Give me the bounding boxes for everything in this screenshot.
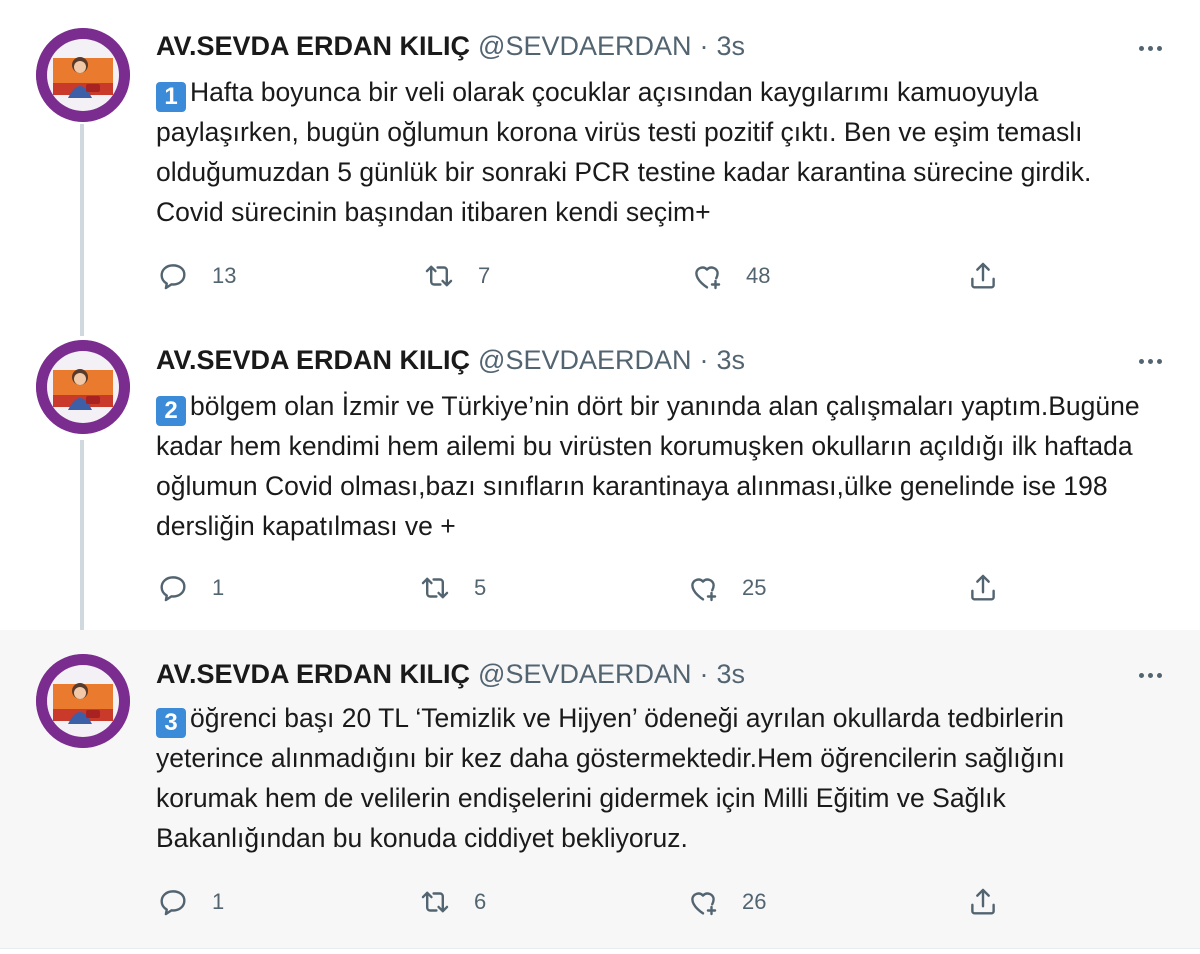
tweet[interactable]: AV.SEVDA ERDAN KILIÇ @SEVDAERDAN · 3s 1H… [0, 0, 1200, 318]
tweet-time[interactable]: 3s [717, 31, 746, 62]
keycap-number: 3 [156, 708, 186, 738]
tweet-text-content: öğrenci başı 20 TL ‘Temizlik ve Hijyen’ … [156, 703, 1065, 853]
tweet[interactable]: AV.SEVDA ERDAN KILIÇ @SEVDAERDAN · 3s 3ö… [0, 630, 1200, 949]
reply-icon [160, 576, 186, 602]
reply-count: 1 [212, 575, 225, 600]
author-name[interactable]: AV.SEVDA ERDAN KILIÇ [156, 31, 470, 62]
avatar[interactable] [36, 28, 130, 122]
retweet-button[interactable]: 5 [418, 568, 486, 608]
tweet-text: 1 Hafta boyunca bir veli olarak çocuklar … [156, 72, 1156, 232]
share-icon [971, 574, 995, 601]
author-name[interactable]: AV.SEVDA ERDAN KILIÇ [156, 345, 470, 376]
keycap-number: 1 [156, 82, 186, 112]
avatar-image [36, 340, 130, 434]
avatar-image [36, 654, 130, 748]
like-count: 25 [742, 575, 767, 600]
like-button[interactable]: 48 [690, 256, 770, 296]
tweet-time[interactable]: 3s [717, 659, 746, 690]
more-icon[interactable] [1130, 660, 1170, 690]
like-count: 26 [742, 889, 767, 914]
tweet-time[interactable]: 3s [717, 345, 746, 376]
keycap-number: 2 [156, 396, 186, 426]
share-button[interactable] [966, 568, 1000, 608]
separator-dot: · [699, 344, 709, 375]
retweet-button[interactable]: 6 [418, 882, 486, 922]
retweet-count: 7 [478, 263, 491, 288]
tweet[interactable]: AV.SEVDA ERDAN KILIÇ @SEVDAERDAN · 3s 2b… [0, 318, 1200, 630]
author-handle[interactable]: @SEVDAERDAN [478, 31, 691, 62]
tweet-header: AV.SEVDA ERDAN KILIÇ @SEVDAERDAN · 3s [156, 26, 745, 66]
like-button[interactable]: 25 [686, 568, 766, 608]
reply-button[interactable]: 13 [156, 256, 236, 296]
tweet-text: 3 öğrenci başı 20 TL ‘Temizlik ve Hijyen’… [156, 698, 1156, 858]
tweet-actions: 1 5 25 [156, 568, 1016, 608]
reply-count: 13 [212, 263, 237, 288]
more-icon[interactable] [1130, 346, 1170, 376]
separator-dot: · [699, 658, 709, 689]
tweet-header: AV.SEVDA ERDAN KILIÇ @SEVDAERDAN · 3s [156, 654, 745, 694]
retweet-icon [425, 265, 453, 287]
reply-icon [160, 890, 186, 916]
reply-icon [160, 264, 186, 290]
reply-button[interactable]: 1 [156, 882, 224, 922]
like-icon [691, 892, 717, 916]
retweet-count: 6 [474, 889, 487, 914]
share-icon [971, 262, 995, 289]
like-count: 48 [746, 263, 771, 288]
avatar[interactable] [36, 340, 130, 434]
tweet-text-content: Hafta boyunca bir veli olarak çocuklar a… [156, 77, 1092, 227]
reply-count: 1 [212, 889, 225, 914]
retweet-button[interactable]: 7 [422, 256, 490, 296]
share-button[interactable] [966, 882, 1000, 922]
like-icon [695, 266, 721, 290]
tweet-text-content: bölgem olan İzmir ve Türkiye’nin dört bi… [156, 391, 1140, 541]
retweet-icon [421, 577, 449, 599]
tweet-thread: AV.SEVDA ERDAN KILIÇ @SEVDAERDAN · 3s 1H… [0, 0, 1200, 954]
tweet-text: 2 bölgem olan İzmir ve Türkiye’nin dört b… [156, 386, 1156, 546]
tweet-actions: 13 7 48 [156, 256, 1016, 296]
tweet-actions: 1 6 26 [156, 882, 1016, 922]
reply-button[interactable]: 1 [156, 568, 224, 608]
separator-dot: · [699, 30, 709, 61]
retweet-count: 5 [474, 575, 487, 600]
retweet-icon [421, 891, 449, 913]
author-name[interactable]: AV.SEVDA ERDAN KILIÇ [156, 659, 470, 690]
author-handle[interactable]: @SEVDAERDAN [478, 345, 691, 376]
avatar-image [36, 28, 130, 122]
author-handle[interactable]: @SEVDAERDAN [478, 659, 691, 690]
like-icon [691, 578, 717, 602]
share-button[interactable] [966, 256, 1000, 296]
more-icon[interactable] [1130, 33, 1170, 63]
share-icon [971, 888, 995, 915]
tweet-header: AV.SEVDA ERDAN KILIÇ @SEVDAERDAN · 3s [156, 340, 745, 380]
like-button[interactable]: 26 [686, 882, 766, 922]
avatar[interactable] [36, 654, 130, 748]
